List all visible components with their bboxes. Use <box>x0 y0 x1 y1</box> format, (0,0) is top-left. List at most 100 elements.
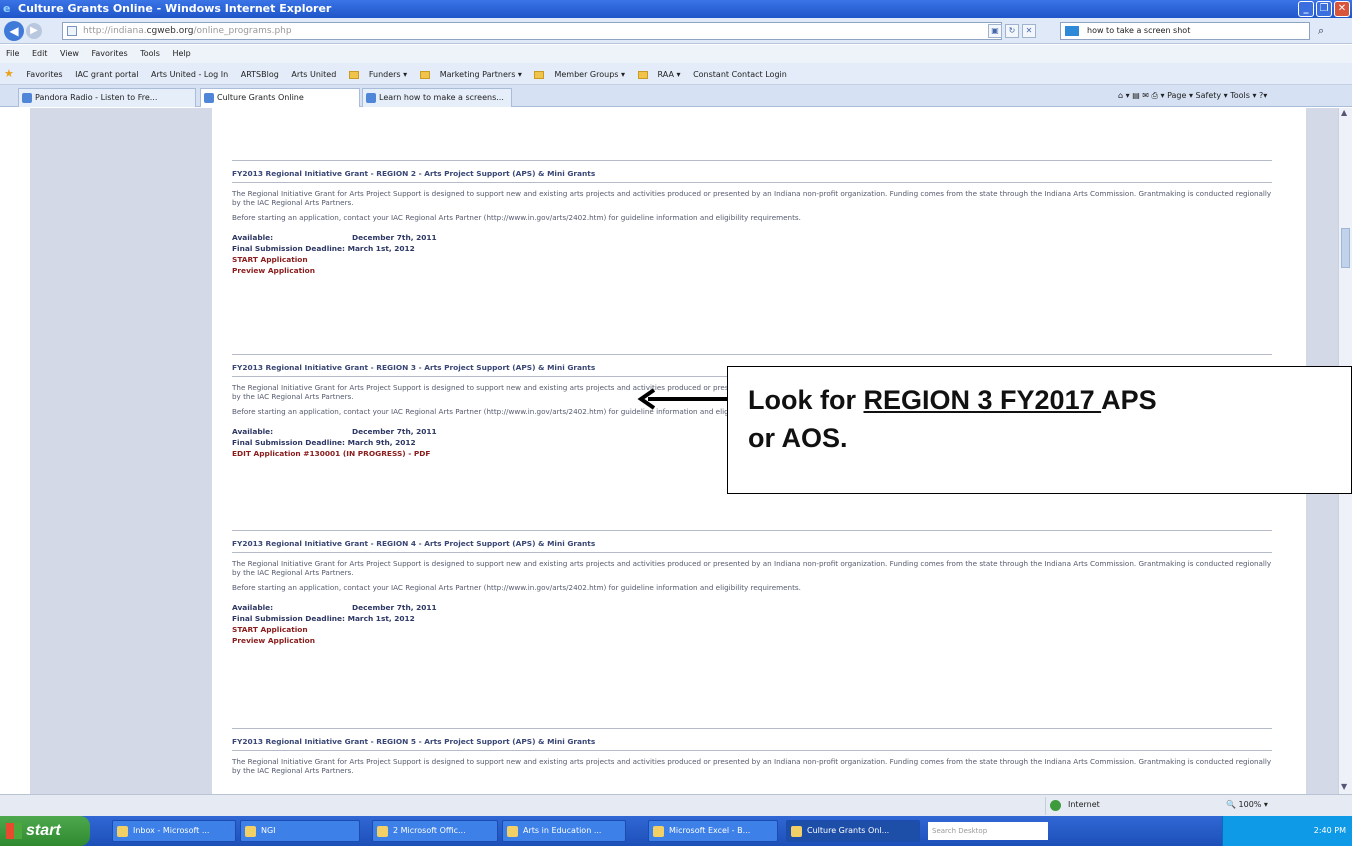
scroll-down-icon[interactable]: ▼ <box>1341 782 1347 791</box>
window-controls: _ ❐ ✕ <box>1298 1 1350 17</box>
folder-icon <box>348 70 359 79</box>
search-icon[interactable]: ⌕ <box>1318 24 1324 38</box>
tab-learn-screenshot[interactable]: Learn how to make a screens... <box>362 88 512 107</box>
start-application-link[interactable]: START Application <box>232 624 1272 635</box>
taskbar-item-label: Inbox - Microsoft ... <box>133 826 210 835</box>
taskbar-item-ngi[interactable]: NGI <box>240 820 360 842</box>
divider <box>232 728 1272 729</box>
menu-favorites[interactable]: Favorites <box>92 49 128 58</box>
fav-funders[interactable]: Funders ▾ <box>369 70 407 79</box>
folder-icon <box>245 826 256 837</box>
folder-icon <box>419 70 430 79</box>
callout-pre: Look for <box>748 385 864 415</box>
callout-post: APS <box>1101 385 1157 415</box>
start-label: start <box>26 822 61 839</box>
left-column <box>30 108 212 794</box>
mail-icon[interactable]: ✉ <box>1142 91 1149 100</box>
fav-arts-united[interactable]: Arts United <box>291 70 336 79</box>
home-icon[interactable]: ⌂ ▾ <box>1118 91 1130 100</box>
available-row: Available: December 7th, 2011 <box>232 602 1272 613</box>
fav-member-groups[interactable]: Member Groups ▾ <box>554 70 625 79</box>
tab-label: Culture Grants Online <box>217 93 304 102</box>
bing-icon <box>1065 26 1079 36</box>
scroll-thumb[interactable] <box>1341 228 1350 268</box>
taskbar-item-outlook[interactable]: Inbox - Microsoft ... <box>112 820 236 842</box>
stop-icon[interactable]: ✕ <box>1022 24 1036 38</box>
zoom-level[interactable]: 🔍 100% ▾ <box>1226 797 1268 813</box>
folder-icon <box>637 70 648 79</box>
search-input[interactable]: how to take a screen shot <box>1060 22 1310 40</box>
menu-edit[interactable]: Edit <box>32 49 48 58</box>
restore-button[interactable]: ❐ <box>1316 1 1332 17</box>
favorites-button[interactable]: Favorites <box>26 70 62 79</box>
tab-culture-grants[interactable]: Culture Grants Online <box>200 88 360 107</box>
fav-marketing-partners[interactable]: Marketing Partners ▾ <box>440 70 522 79</box>
system-tray: 2:40 PM <box>1222 816 1352 846</box>
taskbar-item-label: 2 Microsoft Offic... <box>393 826 466 835</box>
available-label: Available: <box>232 233 274 242</box>
taskbar-item-label: Microsoft Excel - B... <box>669 826 751 835</box>
compat-icon[interactable]: ▣ <box>988 24 1002 38</box>
divider <box>232 160 1272 161</box>
document-icon <box>507 826 518 837</box>
search-value: how to take a screen shot <box>1087 26 1191 35</box>
grant-region-5: FY2013 Regional Initiative Grant - REGIO… <box>232 728 1272 781</box>
back-button[interactable]: ◀ <box>4 21 24 41</box>
fav-iac-grant-portal[interactable]: IAC grant portal <box>75 70 138 79</box>
print-icon[interactable]: ⎙ ▾ <box>1152 91 1165 100</box>
deadline-label: Final Submission Deadline: <box>232 244 346 253</box>
deadline-row: Final Submission Deadline: March 1st, 20… <box>232 243 1272 254</box>
annotation-callout: Look for REGION 3 FY2017 APS or AOS. <box>727 366 1352 494</box>
callout-underlined: REGION 3 FY2017 <box>863 385 1102 415</box>
desktop-search-input[interactable]: Search Desktop <box>928 822 1048 840</box>
preview-application-link[interactable]: Preview Application <box>232 265 1272 276</box>
feeds-icon[interactable]: ▤ <box>1132 91 1140 100</box>
ie-page-icon <box>204 93 214 103</box>
zoom-value: 100% <box>1238 800 1262 809</box>
fav-artsblog[interactable]: ARTSBlog <box>241 70 279 79</box>
taskbar-item-culture-grants[interactable]: Culture Grants Onl... <box>786 820 920 842</box>
navigation-bar: ◀ ▶ http://indiana.cgweb.org/online_prog… <box>0 18 1352 44</box>
close-window-button[interactable]: ✕ <box>1334 1 1350 17</box>
start-application-link[interactable]: START Application <box>232 254 1272 265</box>
address-bar[interactable]: http://indiana.cgweb.org/online_programs… <box>62 22 1002 40</box>
grant-description: The Regional Initiative Grant for Arts P… <box>232 559 1272 577</box>
menu-help[interactable]: Help <box>172 49 190 58</box>
fav-arts-united-login[interactable]: Arts United - Log In <box>151 70 228 79</box>
tab-pandora[interactable]: Pandora Radio - Listen to Fre... <box>18 88 196 107</box>
taskbar-item-label: NGI <box>261 826 276 835</box>
taskbar-item-arts-education[interactable]: Arts in Education ... <box>502 820 626 842</box>
menu-tools[interactable]: Tools <box>140 49 160 58</box>
deadline-label: Final Submission Deadline: <box>232 614 346 623</box>
refresh-icon[interactable]: ↻ <box>1005 24 1019 38</box>
security-zone[interactable]: Internet <box>1045 797 1215 815</box>
fav-constant-contact-login[interactable]: Constant Contact Login <box>693 70 787 79</box>
menu-file[interactable]: File <box>6 49 19 58</box>
preview-application-link[interactable]: Preview Application <box>232 635 1272 646</box>
scroll-up-icon[interactable]: ▲ <box>1341 108 1347 117</box>
menu-view[interactable]: View <box>60 49 79 58</box>
callout-line-1: Look for REGION 3 FY2017 APS <box>748 381 1351 419</box>
fav-raa[interactable]: RAA ▾ <box>658 70 681 79</box>
grant-title: FY2013 Regional Initiative Grant - REGIO… <box>232 169 1272 183</box>
minimize-button[interactable]: _ <box>1298 1 1314 17</box>
deadline-date: March 1st, 2012 <box>347 614 415 623</box>
command-menus[interactable]: Page ▾ Safety ▾ Tools ▾ <box>1167 91 1256 100</box>
deadline-date: March 1st, 2012 <box>347 244 415 253</box>
ie-page-icon <box>366 93 376 103</box>
grant-contact-note: Before starting an application, contact … <box>232 213 801 222</box>
ie-icon <box>791 826 802 837</box>
grant-description: The Regional Initiative Grant for Arts P… <box>232 189 1272 207</box>
grant-region-4: FY2013 Regional Initiative Grant - REGIO… <box>232 530 1272 646</box>
taskbar-item-excel[interactable]: Microsoft Excel - B... <box>648 820 778 842</box>
taskbar-item-office[interactable]: 2 Microsoft Offic... <box>372 820 498 842</box>
tab-label: Learn how to make a screens... <box>379 93 504 102</box>
help-icon[interactable]: ?▾ <box>1259 91 1267 100</box>
forward-button[interactable]: ▶ <box>26 23 42 39</box>
taskbar-item-label: Arts in Education ... <box>523 826 602 835</box>
windows-logo-icon <box>6 823 22 839</box>
menu-bar: File Edit View Favorites Tools Help <box>0 45 1352 63</box>
start-button[interactable]: start <box>0 816 90 846</box>
pandora-icon <box>22 93 32 103</box>
window-title: Culture Grants Online - Windows Internet… <box>18 2 332 15</box>
